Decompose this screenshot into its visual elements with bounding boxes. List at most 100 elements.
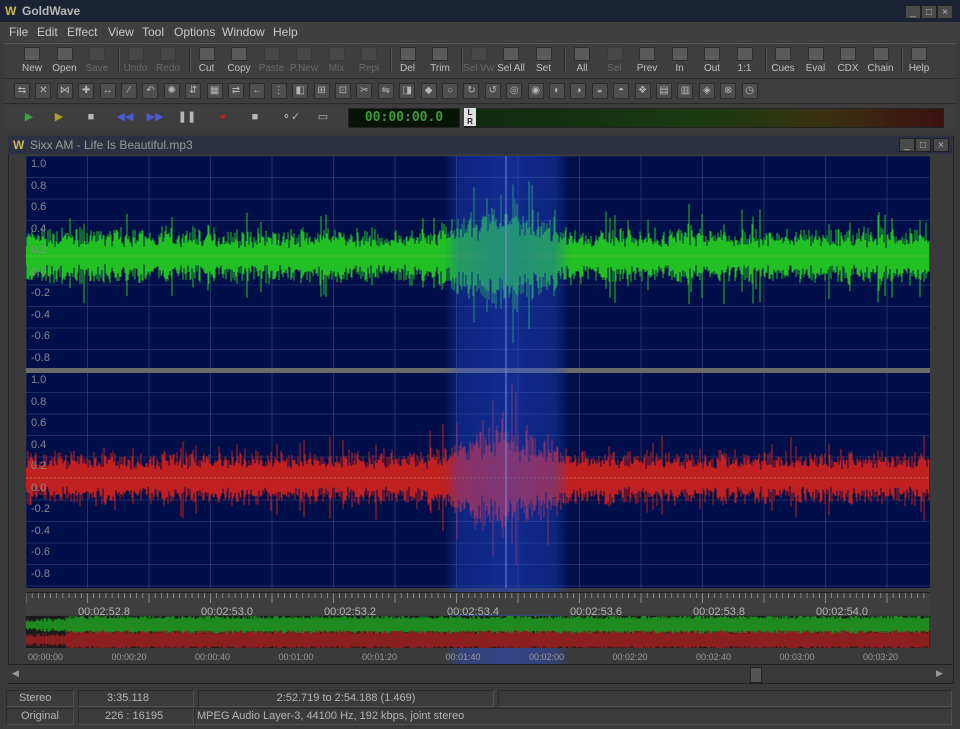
rewind-button[interactable]: ◀◀ bbox=[112, 108, 138, 126]
doc-close-button[interactable]: × bbox=[933, 138, 949, 152]
effect-tool-icon[interactable]: ⊡ bbox=[335, 83, 351, 99]
menu-edit[interactable]: Edit bbox=[37, 25, 58, 39]
effect-tool-icon[interactable]: ▤ bbox=[656, 83, 672, 99]
scroll-left-icon[interactable]: ◀ bbox=[12, 668, 22, 680]
effect-tool-icon[interactable]: ✚ bbox=[78, 83, 95, 99]
effect-tool-icon[interactable]: ⇵ bbox=[185, 83, 202, 99]
toolbar-set-button[interactable]: Set bbox=[528, 45, 560, 77]
toolbar-in-button[interactable]: In bbox=[664, 45, 696, 77]
toolbar-redo-button[interactable]: Redo bbox=[152, 45, 184, 77]
toolbar-save-button[interactable]: Save bbox=[81, 45, 113, 77]
effect-tool-icon[interactable]: ← bbox=[249, 83, 266, 99]
play-button[interactable]: ▶ bbox=[16, 108, 42, 126]
device-controls-button[interactable]: ⚬✓ bbox=[276, 108, 306, 126]
toolbar-mix-button[interactable]: Mix bbox=[321, 45, 353, 77]
stop-button[interactable]: ■ bbox=[78, 108, 104, 126]
toolbar-label: Help bbox=[908, 63, 930, 74]
effect-tool-icon[interactable]: ⇆ bbox=[14, 83, 30, 99]
menu-view[interactable]: View bbox=[108, 25, 134, 39]
menu-help[interactable]: Help bbox=[273, 25, 298, 39]
menu-window[interactable]: Window bbox=[222, 25, 265, 39]
toolbar-prev-button[interactable]: Prev bbox=[631, 45, 663, 77]
effect-tool-icon[interactable]: ⋮ bbox=[270, 83, 287, 99]
menu-file[interactable]: File bbox=[9, 25, 28, 39]
overview-ruler-label: 00:03:00 bbox=[779, 652, 815, 662]
toolbar-repl-button[interactable]: Repl bbox=[353, 45, 385, 77]
toolbar-chain-button[interactable]: Chain bbox=[865, 45, 897, 77]
effect-tool-icon[interactable]: ✂ bbox=[356, 83, 373, 99]
paste-icon bbox=[263, 47, 280, 61]
toolbar-cues-button[interactable]: Cues bbox=[767, 45, 799, 77]
toolbar-new-button[interactable]: New bbox=[16, 45, 48, 77]
toolbar-all-button[interactable]: All bbox=[566, 45, 598, 77]
fast-forward-button[interactable]: ▶▶ bbox=[142, 108, 168, 126]
play-selection-button[interactable]: ▶ bbox=[46, 108, 72, 126]
effect-tool-icon[interactable]: ⊞ bbox=[313, 83, 330, 99]
effect-tool-icon[interactable]: ⇄ bbox=[228, 83, 244, 99]
menu-effect[interactable]: Effect bbox=[67, 25, 97, 39]
effect-tool-icon[interactable]: ⊗ bbox=[720, 83, 737, 99]
toolbar-out-button[interactable]: Out bbox=[696, 45, 728, 77]
amplitude-label: 0.6 bbox=[31, 417, 47, 429]
effect-tool-icon[interactable]: ↔ bbox=[99, 83, 116, 99]
menu-bar: File Edit Effect View Tool Options Windo… bbox=[0, 22, 960, 42]
effect-tool-icon[interactable]: ◨ bbox=[399, 83, 416, 99]
toolbar-open-button[interactable]: Open bbox=[49, 45, 81, 77]
toolbar-paste-button[interactable]: Paste bbox=[256, 45, 288, 77]
effect-tool-icon[interactable]: ⋈ bbox=[56, 83, 73, 99]
effect-tool-icon[interactable]: ▥ bbox=[677, 83, 694, 99]
in-icon bbox=[671, 47, 688, 61]
effect-tool-icon[interactable]: ◧ bbox=[292, 83, 309, 99]
effect-tool-icon[interactable]: ○ bbox=[442, 83, 458, 99]
stop-record-button[interactable]: ■ bbox=[242, 108, 268, 126]
effect-tool-icon[interactable]: ✺ bbox=[163, 83, 180, 99]
effect-tool-icon[interactable]: ◒ bbox=[591, 83, 608, 99]
horizontal-scrollbar[interactable]: ◀ ▶ bbox=[8, 664, 952, 683]
pause-button[interactable]: ❚❚ bbox=[174, 108, 200, 126]
toolbar-help-button[interactable]: Help bbox=[903, 45, 935, 77]
close-button[interactable]: × bbox=[937, 5, 953, 19]
toolbar-sel-button[interactable]: Sel bbox=[599, 45, 631, 77]
effect-tool-icon[interactable]: ⁄ bbox=[121, 83, 137, 99]
waveform-view[interactable] bbox=[26, 156, 930, 588]
effect-tool-icon[interactable]: ◑ bbox=[570, 83, 587, 99]
doc-minimize-button[interactable]: _ bbox=[899, 138, 915, 152]
effect-tool-icon[interactable]: ✕ bbox=[35, 83, 52, 99]
record-button[interactable]: ● bbox=[210, 108, 236, 126]
effect-tool-icon[interactable]: ◎ bbox=[506, 83, 523, 99]
overview-waveform[interactable] bbox=[25, 615, 930, 650]
effect-tool-icon[interactable]: ◆ bbox=[420, 83, 437, 99]
effect-tool-icon[interactable]: ❖ bbox=[634, 83, 651, 99]
toolbar-sel-all-button[interactable]: Sel All bbox=[495, 45, 527, 77]
toolbar-cut-button[interactable]: Cut bbox=[191, 45, 223, 77]
effect-tool-icon[interactable]: ◈ bbox=[698, 83, 715, 99]
effect-tool-icon[interactable]: ▦ bbox=[206, 83, 223, 99]
effect-tool-icon[interactable]: ↶ bbox=[142, 83, 159, 99]
toolbar-undo-button[interactable]: Undo bbox=[120, 45, 152, 77]
toolbar-del-button[interactable]: Del bbox=[392, 45, 424, 77]
minimize-button[interactable]: _ bbox=[905, 5, 921, 19]
scroll-right-icon[interactable]: ▶ bbox=[936, 668, 946, 680]
toolbar-sel-vw-button[interactable]: Sel Vw bbox=[463, 45, 495, 77]
toolbar-eval-button[interactable]: Eval bbox=[800, 45, 832, 77]
scroll-thumb[interactable] bbox=[750, 667, 762, 683]
toolbar-trim-button[interactable]: Trim bbox=[424, 45, 456, 77]
toolbar-1-1-button[interactable]: 1:1 bbox=[729, 45, 761, 77]
amplitude-label: 1.0 bbox=[31, 374, 47, 386]
menu-tool[interactable]: Tool bbox=[142, 25, 164, 39]
settings-button[interactable]: ▭ bbox=[310, 108, 336, 126]
time-ruler-ticks bbox=[25, 593, 925, 603]
effect-tool-icon[interactable]: ⇋ bbox=[377, 83, 394, 99]
effect-tool-icon[interactable]: ↻ bbox=[463, 83, 480, 99]
toolbar-copy-button[interactable]: Copy bbox=[223, 45, 255, 77]
maximize-button[interactable]: □ bbox=[921, 5, 937, 19]
menu-options[interactable]: Options bbox=[174, 25, 215, 39]
effect-tool-icon[interactable]: ◷ bbox=[741, 83, 758, 99]
toolbar-cdx-button[interactable]: CDX bbox=[832, 45, 864, 77]
effect-tool-icon[interactable]: ◉ bbox=[527, 83, 544, 99]
effect-tool-icon[interactable]: ◓ bbox=[613, 83, 630, 99]
effect-tool-icon[interactable]: ◐ bbox=[549, 83, 565, 99]
doc-maximize-button[interactable]: □ bbox=[915, 138, 931, 152]
toolbar-p-new-button[interactable]: P.New bbox=[288, 45, 320, 77]
effect-tool-icon[interactable]: ↺ bbox=[484, 83, 501, 99]
